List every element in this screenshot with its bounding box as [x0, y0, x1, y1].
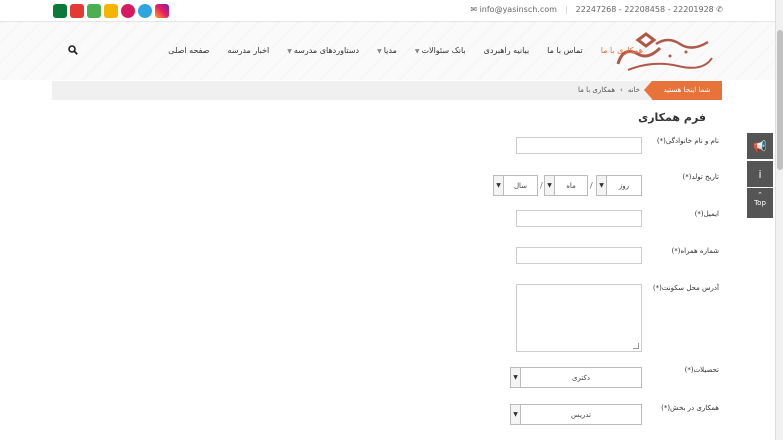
- nav-item-question-bank[interactable]: بانک سئوالات▼: [415, 46, 466, 55]
- nav-label: دستاوردهای مدرسه: [293, 46, 360, 55]
- nav-item-media[interactable]: مدیا▼: [377, 46, 397, 55]
- soroush-icon[interactable]: [87, 4, 101, 18]
- breadcrumb-trail: خانه › همکاری با ما: [578, 86, 640, 94]
- aparat-icon[interactable]: [121, 4, 135, 18]
- select-value: روز: [618, 181, 630, 190]
- email-link[interactable]: ✉ info@yasinsch.com: [470, 5, 557, 14]
- phone-icon: ✆: [716, 5, 723, 14]
- instagram-icon[interactable]: [155, 4, 169, 18]
- megaphone-icon: 📢: [753, 139, 767, 153]
- search-icon[interactable]: [68, 45, 78, 55]
- breadcrumb-current: همکاری با ما: [578, 86, 616, 94]
- breadcrumb-separator: ›: [620, 86, 623, 94]
- megaphone-button[interactable]: 📢: [747, 133, 773, 159]
- select-value: ماه: [566, 181, 576, 190]
- scrollbar[interactable]: [775, 0, 783, 440]
- chevron-down-icon: ▼: [414, 48, 420, 55]
- nav-item-home[interactable]: صفحه اصلی: [168, 46, 209, 55]
- department-label: همکاری در بخش(*): [661, 404, 719, 412]
- nav-item-news[interactable]: اخبار مدرسه: [227, 46, 269, 55]
- divider: |: [564, 5, 568, 14]
- select-value: سال: [513, 181, 528, 190]
- breadcrumb: شما اینجا هستید خانه › همکاری با ما: [52, 81, 722, 100]
- education-select[interactable]: ▼ دکتری: [510, 367, 642, 388]
- telegram-icon[interactable]: [138, 4, 152, 18]
- chevron-down-icon: ▼: [287, 48, 292, 55]
- fullname-input[interactable]: [516, 137, 642, 154]
- eitaa-icon[interactable]: [70, 4, 84, 18]
- chevron-down-icon: ▼: [511, 368, 521, 387]
- select-value: تدریس: [571, 410, 591, 419]
- fullname-label: نام و نام خانوادگی(*): [656, 137, 719, 145]
- nav-item-contact[interactable]: تماس با ما: [547, 46, 583, 55]
- back-to-top-button[interactable]: ⌃ Top: [747, 188, 773, 218]
- contact-info: ✉ info@yasinsch.com | 22247268 - 2220845…: [470, 5, 723, 14]
- social-links: [53, 4, 169, 18]
- chevron-down-icon: ▼: [545, 176, 555, 195]
- education-label: تحصیلات(*): [684, 366, 719, 374]
- birth-day-select[interactable]: ▼ روز: [596, 175, 642, 196]
- date-separator: /: [590, 181, 593, 190]
- date-separator: /: [540, 181, 543, 190]
- nav-item-achievements[interactable]: دستاوردهای مدرسه▼: [287, 46, 359, 55]
- chevron-down-icon: ▼: [494, 176, 504, 195]
- top-bar: ✉ info@yasinsch.com | 22247268 - 2220845…: [0, 0, 783, 22]
- nav-item-statement[interactable]: بیانیه راهبردی: [484, 46, 530, 55]
- bale-icon[interactable]: [104, 4, 118, 18]
- header: همکاری با ما تماس با ما بیانیه راهبردی ب…: [0, 22, 783, 80]
- email-label: ایمیل(*): [694, 210, 719, 218]
- chevron-down-icon: ▼: [377, 48, 382, 55]
- nav-label: مدیا: [383, 46, 397, 55]
- mobile-label: شماره همراه(*): [671, 247, 720, 255]
- breadcrumb-home[interactable]: خانه: [628, 86, 640, 94]
- you-are-here-badge: شما اینجا هستید: [644, 81, 722, 100]
- chevron-down-icon: ▼: [597, 176, 607, 195]
- birth-year-select[interactable]: ▼ سال: [493, 175, 538, 196]
- nav-item-cooperation[interactable]: همکاری با ما: [601, 46, 643, 55]
- nav-label: بانک سئوالات: [421, 46, 466, 55]
- back-to-top-label: Top: [754, 199, 766, 207]
- info-icon: i: [758, 167, 762, 181]
- department-select[interactable]: ▼ تدریس: [510, 404, 642, 425]
- chevron-up-icon: ⌃: [757, 191, 763, 199]
- rubika-icon[interactable]: [53, 4, 67, 18]
- address-label: آدرس محل سکونت(*): [652, 284, 719, 292]
- envelope-icon: ✉: [470, 5, 478, 14]
- phone-numbers: 22247268 - 22208458 - 22201928 ✆: [575, 5, 723, 14]
- select-value: دکتری: [572, 373, 590, 382]
- address-textarea[interactable]: [516, 284, 642, 352]
- email-field[interactable]: [516, 210, 642, 227]
- chevron-down-icon: ▼: [511, 405, 521, 424]
- form-title: فرم همکاری: [638, 111, 706, 124]
- scrollbar-thumb[interactable]: [777, 30, 783, 170]
- info-button[interactable]: i: [747, 161, 773, 187]
- mobile-field[interactable]: [516, 247, 642, 264]
- birthdate-label: تاریخ تولد(*): [682, 173, 720, 181]
- birth-month-select[interactable]: ▼ ماه: [544, 175, 588, 196]
- main-nav: همکاری با ما تماس با ما بیانیه راهبردی ب…: [168, 46, 643, 55]
